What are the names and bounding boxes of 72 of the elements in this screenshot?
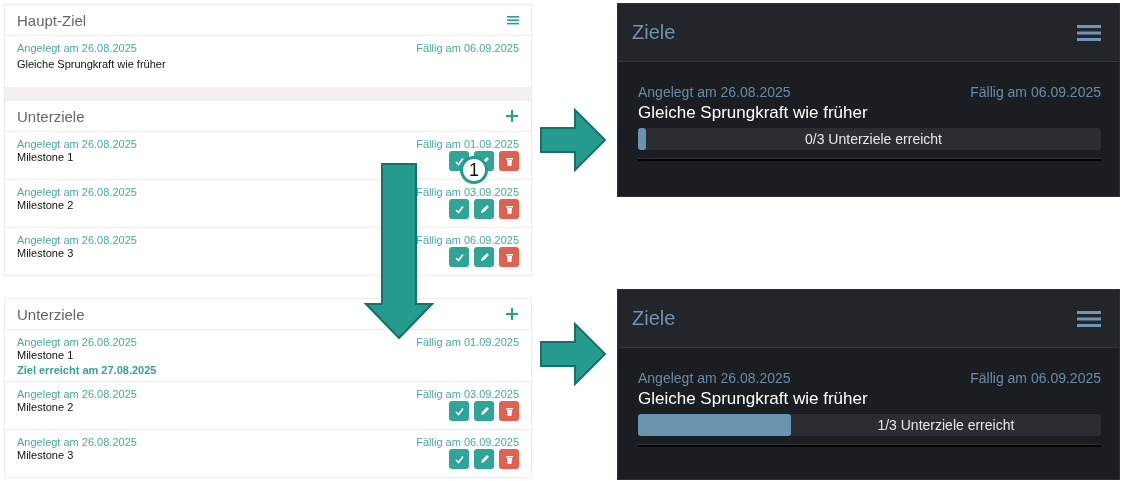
edit-button[interactable] — [474, 449, 494, 469]
due-date: Fällig am 01.09.2025 — [416, 336, 519, 348]
due-date: Fällig am 01.09.2025 — [416, 138, 519, 150]
goal-name: Gleiche Sprungkraft wie früher — [17, 58, 166, 70]
card-title: Unterziele — [17, 107, 85, 125]
milestone-name: Milestone 2 — [17, 199, 74, 211]
milestone-row[interactable]: Angelegt am 26.08.2025 Fällig am 06.09.2025 Milestone 3 — [5, 228, 531, 275]
progress-label: 0/3 Unterziele erreicht — [804, 131, 943, 147]
created-date: Angelegt am 26.08.2025 — [17, 436, 137, 448]
right-arrow-icon — [540, 322, 608, 386]
pencil-icon — [478, 405, 490, 417]
check-icon — [453, 155, 465, 167]
due-date: Fällig am 06.09.2025 — [416, 436, 519, 448]
created-date: Angelegt am 26.08.2025 — [17, 336, 137, 348]
menu-icon[interactable] — [1077, 23, 1101, 42]
milestone-name: Milestone 3 — [17, 449, 74, 461]
created-date: Angelegt am 26.08.2025 — [17, 42, 137, 54]
delete-button[interactable] — [499, 151, 519, 171]
plus-icon[interactable] — [505, 307, 519, 321]
milestone-name: Milestone 3 — [17, 247, 74, 259]
milestone-name: Milestone 2 — [17, 401, 74, 413]
trash-icon — [503, 453, 515, 465]
check-button[interactable] — [449, 401, 469, 421]
created-date: Angelegt am 26.08.2025 — [638, 370, 791, 386]
menu-icon[interactable] — [1077, 309, 1101, 328]
pencil-icon — [478, 453, 490, 465]
trash-icon — [503, 251, 515, 263]
right-arrow-icon — [540, 108, 608, 172]
card-title: Haupt-Ziel — [17, 11, 87, 29]
widget-title: Ziele — [632, 307, 676, 330]
due-date: Fällig am 06.09.2025 — [970, 84, 1101, 100]
due-date: Fällig am 06.09.2025 — [416, 42, 519, 54]
check-button[interactable] — [449, 247, 469, 267]
trash-icon — [503, 155, 515, 167]
goal-name: Gleiche Sprungkraft wie früher — [638, 389, 869, 409]
delete-button[interactable] — [499, 199, 519, 219]
delete-button[interactable] — [499, 247, 519, 267]
check-icon — [453, 203, 465, 215]
created-date: Angelegt am 26.08.2025 — [17, 186, 137, 198]
milestone-row[interactable]: Angelegt am 26.08.2025 Fällig am 06.09.2025 Milestone 3 — [5, 430, 531, 477]
created-date: Angelegt am 26.08.2025 — [17, 388, 137, 400]
trash-icon — [503, 203, 515, 215]
milestone-name: Milestone 1 — [17, 349, 75, 361]
pencil-icon — [478, 251, 490, 263]
achieved-note: Ziel erreicht am 27.08.2025 — [17, 364, 157, 376]
check-icon — [453, 251, 465, 263]
due-date: Fällig am 03.09.2025 — [416, 186, 519, 198]
delete-button[interactable] — [499, 449, 519, 469]
due-date: Fällig am 06.09.2025 — [970, 370, 1101, 386]
check-icon — [453, 405, 465, 417]
edit-button[interactable] — [474, 247, 494, 267]
progress-label: 1/3 Unterziele erreicht — [876, 417, 1016, 433]
trash-icon — [503, 405, 515, 417]
due-date: Fällig am 03.09.2025 — [416, 388, 519, 400]
pencil-icon — [478, 203, 490, 215]
edit-button[interactable] — [474, 401, 494, 421]
due-date: Fällig am 06.09.2025 — [416, 234, 519, 246]
check-button[interactable] — [449, 199, 469, 219]
created-date: Angelegt am 26.08.2025 — [638, 84, 791, 100]
check-button[interactable] — [449, 449, 469, 469]
created-date: Angelegt am 26.08.2025 — [17, 138, 137, 150]
edit-button[interactable] — [474, 199, 494, 219]
created-date: Angelegt am 26.08.2025 — [17, 234, 137, 246]
plus-icon[interactable] — [505, 109, 519, 123]
widget-title: Ziele — [632, 21, 676, 44]
card-title: Unterziele — [17, 305, 85, 323]
milestone-row[interactable]: Angelegt am 26.08.2025 Fällig am 03.09.2025 Milestone 2 — [5, 382, 531, 430]
check-icon — [453, 453, 465, 465]
menu-icon[interactable] — [507, 15, 519, 25]
goal-name: Gleiche Sprungkraft wie früher — [638, 103, 869, 123]
delete-button[interactable] — [499, 401, 519, 421]
milestone-name: Milestone 1 — [17, 151, 74, 163]
